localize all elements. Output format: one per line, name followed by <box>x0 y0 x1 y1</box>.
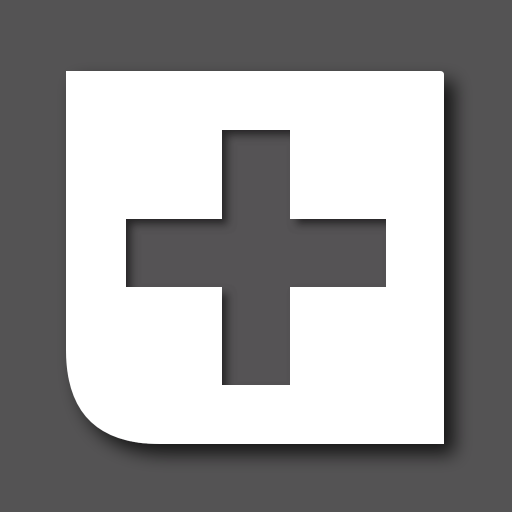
add-plus-icon[interactable] <box>0 0 512 512</box>
icon-canvas <box>0 0 512 512</box>
